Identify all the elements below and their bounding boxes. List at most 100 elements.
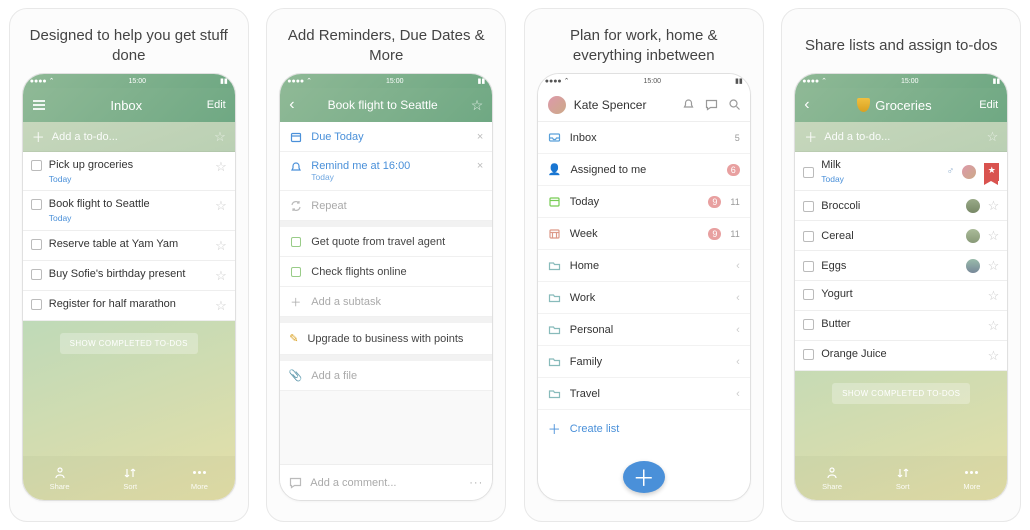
note-row[interactable]: ✎Upgrade to business with points xyxy=(280,323,492,355)
todo-item[interactable]: Broccoli☆ xyxy=(795,191,1007,221)
star-icon[interactable]: ☆ xyxy=(215,238,227,254)
more-icon[interactable]: ··· xyxy=(469,477,483,489)
star-icon[interactable]: ☆ xyxy=(471,97,484,114)
star-icon[interactable]: ☆ xyxy=(215,268,227,284)
screenshot-1: Designed to help you get stuff done ●●●●… xyxy=(9,8,249,522)
todo-item[interactable]: Pick up groceriesToday☆ xyxy=(23,152,235,191)
repeat-row[interactable]: Repeat xyxy=(280,191,492,221)
list-item-folder[interactable]: Travel‹ xyxy=(538,378,750,410)
create-list-button[interactable]: ＋Create list xyxy=(538,410,750,447)
star-icon[interactable]: ☆ xyxy=(988,348,1000,364)
star-icon[interactable]: ☆ xyxy=(215,298,227,314)
assigned-icon: 👤 xyxy=(548,163,562,176)
show-completed-button[interactable]: SHOW COMPLETED TO-DOS xyxy=(60,333,198,354)
list-item-folder[interactable]: Personal‹ xyxy=(538,314,750,346)
bottom-toolbar: Share Sort More xyxy=(23,456,235,500)
list-item-folder[interactable]: Home‹ xyxy=(538,250,750,282)
subtask-item[interactable]: Check flights online xyxy=(280,257,492,287)
star-icon[interactable]: ☆ xyxy=(988,288,1000,304)
week-icon xyxy=(548,227,561,240)
phone-frame: ●●●● ⌃15:00▮▮ ‹ Book flight to Seattle ☆… xyxy=(279,73,493,501)
todo-item[interactable]: Cereal☆ xyxy=(795,221,1007,251)
status-bar: ●●●● ⌃ 15:00 ▮▮ xyxy=(23,74,235,88)
menu-icon[interactable] xyxy=(32,99,46,111)
more-button[interactable]: More xyxy=(191,466,208,491)
todo-item[interactable]: Orange Juice☆ xyxy=(795,341,1007,371)
todo-sub: Today xyxy=(49,174,208,185)
reminder-row[interactable]: Remind me at 16:00Today× xyxy=(280,152,492,191)
avatar[interactable] xyxy=(547,95,567,115)
todo-item[interactable]: Butter☆ xyxy=(795,311,1007,341)
chat-icon[interactable] xyxy=(705,98,718,111)
checkbox[interactable] xyxy=(803,349,814,360)
list-item-assigned[interactable]: 👤Assigned to me6 xyxy=(538,154,750,186)
comment-input[interactable]: Add a comment... ··· xyxy=(280,464,492,500)
add-todo-input[interactable]: ＋ Add a to-do... ☆ xyxy=(795,122,1007,152)
page-title: Groceries xyxy=(857,98,931,113)
todo-item[interactable]: Yogurt☆ xyxy=(795,281,1007,311)
list-item-week[interactable]: Week911 xyxy=(538,218,750,250)
checkbox[interactable] xyxy=(31,160,42,171)
caption: Add Reminders, Due Dates & More xyxy=(275,19,497,73)
caption: Designed to help you get stuff done xyxy=(18,19,240,73)
list-item-folder[interactable]: Work‹ xyxy=(538,282,750,314)
star-icon[interactable]: ☆ xyxy=(988,198,1000,214)
avatar xyxy=(961,164,977,180)
checkbox[interactable] xyxy=(803,289,814,300)
todo-item[interactable]: Book flight to SeattleToday☆ xyxy=(23,191,235,230)
sort-button[interactable]: Sort xyxy=(123,466,137,491)
due-date-row[interactable]: Due Today × xyxy=(280,122,492,152)
checkbox[interactable] xyxy=(289,235,302,248)
add-subtask-row[interactable]: ＋Add a subtask xyxy=(280,287,492,317)
back-icon[interactable]: ‹ xyxy=(804,96,809,114)
search-icon[interactable] xyxy=(728,98,741,111)
todo-item[interactable]: Reserve table at Yam Yam☆ xyxy=(23,231,235,261)
bell-icon[interactable] xyxy=(682,98,695,111)
list-item-today[interactable]: Today911 xyxy=(538,186,750,218)
bottom-toolbar: Share Sort More xyxy=(795,456,1007,500)
checkbox[interactable] xyxy=(31,299,42,310)
checkbox[interactable] xyxy=(803,231,814,242)
star-icon[interactable]: ☆ xyxy=(215,198,227,214)
todo-item[interactable]: MilkToday♂★ xyxy=(795,152,1007,191)
star-icon[interactable]: ☆ xyxy=(988,228,1000,244)
checkbox[interactable] xyxy=(803,319,814,330)
sort-button[interactable]: Sort xyxy=(896,466,910,491)
checkbox[interactable] xyxy=(803,167,814,178)
star-icon[interactable]: ☆ xyxy=(988,318,1000,334)
todo-item[interactable]: Buy Sofie's birthday present☆ xyxy=(23,261,235,291)
due-label: Due Today xyxy=(311,131,468,143)
more-button[interactable]: More xyxy=(963,466,980,491)
add-file-row[interactable]: 📎Add a file xyxy=(280,361,492,391)
todo-item[interactable]: Register for half marathon☆ xyxy=(23,291,235,321)
star-icon[interactable]: ☆ xyxy=(215,159,227,175)
checkbox[interactable] xyxy=(31,269,42,280)
share-button[interactable]: Share xyxy=(822,466,842,491)
clear-icon[interactable]: × xyxy=(477,160,483,172)
status-bar: ●●●● ⌃15:00▮▮ xyxy=(795,74,1007,88)
checkbox[interactable] xyxy=(803,261,814,272)
list-item-folder[interactable]: Family‹ xyxy=(538,346,750,378)
list-item-inbox[interactable]: Inbox5 xyxy=(538,122,750,154)
comment-icon xyxy=(289,476,302,489)
fab-add-button[interactable]: ＋ xyxy=(623,461,665,493)
subtask-item[interactable]: Get quote from travel agent xyxy=(280,227,492,257)
checkbox[interactable] xyxy=(31,239,42,250)
edit-button[interactable]: Edit xyxy=(979,99,998,111)
clear-icon[interactable]: × xyxy=(477,131,483,143)
checkbox[interactable] xyxy=(289,265,302,278)
add-todo-input[interactable]: ＋ Add a to-do... ☆ xyxy=(23,122,235,152)
todo-item[interactable]: Eggs☆ xyxy=(795,251,1007,281)
clock: 15:00 xyxy=(128,78,146,85)
edit-button[interactable]: Edit xyxy=(207,99,226,111)
battery-icon: ▮▮ xyxy=(220,77,228,85)
star-ribbon[interactable]: ★ xyxy=(984,163,999,181)
screen-body: ＋ Add a to-do... ☆ MilkToday♂★ Broccoli☆… xyxy=(795,122,1007,500)
checkbox[interactable] xyxy=(803,201,814,212)
star-icon[interactable]: ☆ xyxy=(988,258,1000,274)
checkbox[interactable] xyxy=(31,199,42,210)
share-button[interactable]: Share xyxy=(50,466,70,491)
pencil-icon: ✎ xyxy=(289,332,298,345)
back-icon[interactable]: ‹ xyxy=(289,96,294,114)
show-completed-button[interactable]: SHOW COMPLETED TO-DOS xyxy=(832,383,970,404)
